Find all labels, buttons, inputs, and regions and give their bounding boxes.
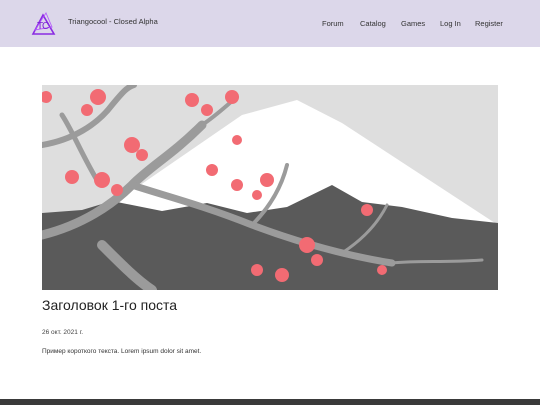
nav-login[interactable]: Log In [440, 19, 461, 28]
nav-games[interactable]: Games [401, 19, 425, 28]
triangle-tc-logo-icon[interactable]: T C [30, 11, 56, 37]
nav-register[interactable]: Register [475, 19, 503, 28]
nav-catalog[interactable]: Catalog [360, 19, 386, 28]
mount-fuji-sakura-illustration [42, 85, 498, 290]
site-footer-bar [0, 399, 540, 405]
svg-text:C: C [42, 21, 49, 32]
site-title[interactable]: Triangocool - Closed Alpha [68, 17, 158, 26]
post-date: 26 окт. 2021 г. [42, 329, 84, 336]
post-cover-image[interactable] [42, 85, 498, 290]
post-excerpt: Пример короткого текста. Lorem ipsum dol… [42, 348, 202, 355]
post-title[interactable]: Заголовок 1-го поста [42, 297, 177, 313]
site-header: T C Triangocool - Closed Alpha Forum Cat… [0, 0, 540, 47]
nav-forum[interactable]: Forum [322, 19, 344, 28]
